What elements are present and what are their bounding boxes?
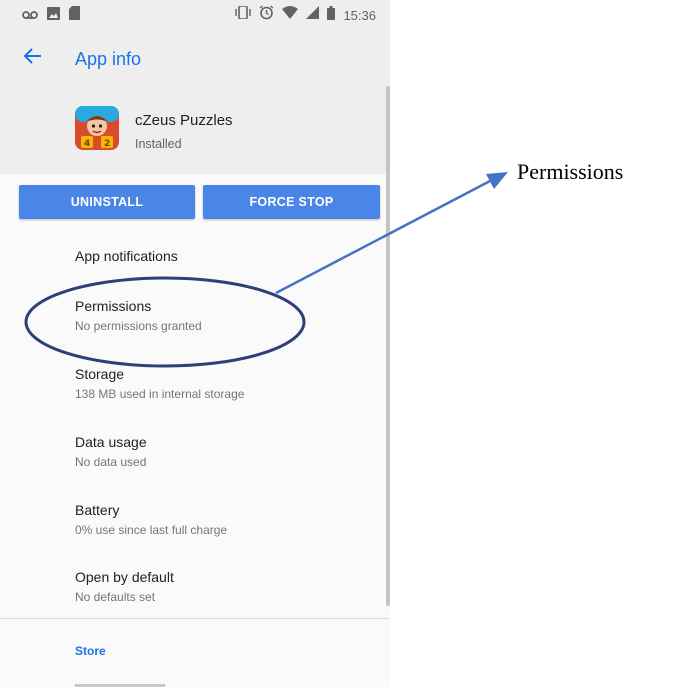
callout-arrow-line xyxy=(275,179,491,295)
highlight-ellipse xyxy=(24,276,306,368)
annotation-overlay xyxy=(24,172,508,368)
callout-label: Permissions xyxy=(517,159,624,184)
